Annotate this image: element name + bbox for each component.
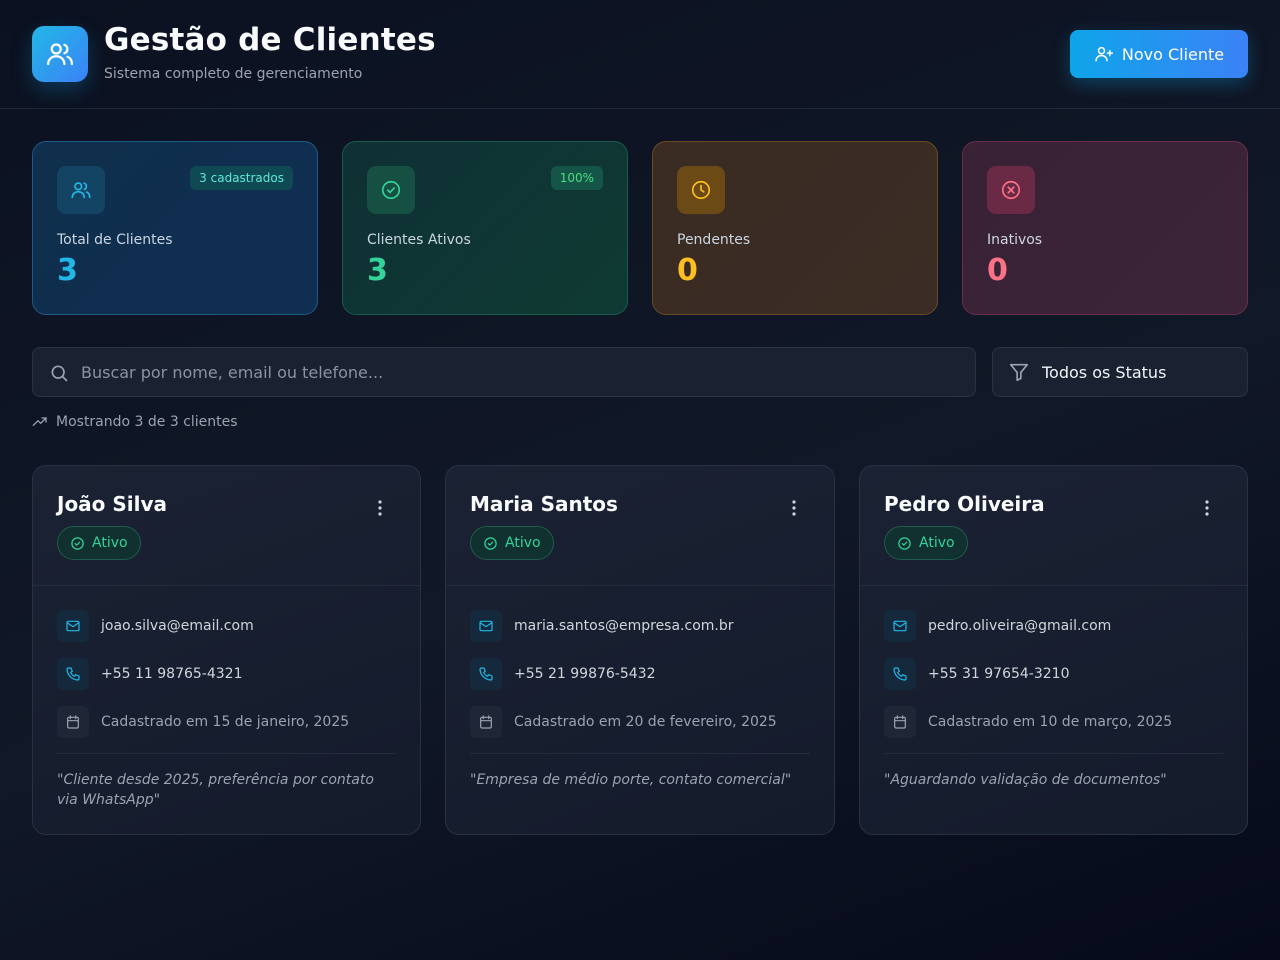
results-count-label: Mostrando 3 de 3 clientes — [56, 414, 238, 430]
client-email[interactable]: joao.silva@email.com — [101, 618, 254, 634]
stat-value: 3 — [367, 253, 388, 288]
user-plus-icon — [1095, 46, 1113, 62]
page-subtitle: Sistema completo de gerenciamento — [104, 66, 363, 82]
client-phone-row: +55 11 98765-4321 — [57, 658, 242, 690]
check-circle-icon — [898, 536, 911, 550]
divider — [57, 753, 396, 754]
more-vertical-icon[interactable] — [370, 498, 390, 518]
client-card: Pedro Oliveira Ativo pedro.oliveira@gmai… — [859, 465, 1248, 835]
client-email-row: pedro.oliveira@gmail.com — [884, 610, 1111, 642]
phone-icon — [884, 658, 916, 690]
new-client-button[interactable]: Novo Cliente — [1070, 30, 1248, 78]
client-phone-row: +55 31 97654-3210 — [884, 658, 1069, 690]
client-email-row: joao.silva@email.com — [57, 610, 254, 642]
client-card: Maria Santos Ativo maria.santos@empresa.… — [445, 465, 835, 835]
stat-value: 3 — [57, 253, 78, 288]
mail-icon — [884, 610, 916, 642]
client-date-row: Cadastrado em 10 de março, 2025 — [884, 706, 1172, 738]
x-circle-icon — [987, 166, 1035, 214]
search-input[interactable] — [81, 348, 961, 396]
status-label: Ativo — [919, 535, 955, 551]
status-filter-select[interactable]: Todos os Status — [992, 347, 1248, 397]
more-vertical-icon[interactable] — [784, 498, 804, 518]
search-icon — [51, 365, 68, 382]
stat-badge: 100% — [550, 166, 603, 190]
divider — [33, 585, 420, 586]
client-note: "Aguardando validação de documentos" — [884, 772, 1167, 788]
stat-card-inactive: Inativos 0 — [962, 141, 1248, 315]
stat-label: Total de Clientes — [57, 232, 173, 248]
stat-card-total: 3 cadastrados Total de Clientes 3 — [32, 141, 318, 315]
divider — [446, 585, 834, 586]
divider — [884, 753, 1223, 754]
client-note: "Cliente desde 2025, preferência por con… — [57, 772, 374, 808]
client-date-row: Cadastrado em 15 de janeiro, 2025 — [57, 706, 349, 738]
client-email[interactable]: pedro.oliveira@gmail.com — [928, 618, 1111, 634]
client-name: Maria Santos — [470, 492, 618, 516]
client-email[interactable]: maria.santos@empresa.com.br — [514, 618, 734, 634]
client-registered-date: Cadastrado em 15 de janeiro, 2025 — [101, 714, 350, 730]
client-registered-date: Cadastrado em 20 de fevereiro, 2025 — [514, 714, 777, 730]
client-registered-date: Cadastrado em 10 de março, 2025 — [928, 714, 1173, 730]
status-label: Ativo — [92, 535, 128, 551]
divider — [860, 585, 1247, 586]
status-filter-value: Todos os Status — [1042, 362, 1167, 382]
stat-value: 0 — [677, 253, 698, 288]
app-header: Gestão de Clientes Sistema completo de g… — [0, 0, 1280, 109]
clock-icon — [677, 166, 725, 214]
trending-up-icon — [32, 417, 47, 426]
filter-icon — [1009, 363, 1029, 382]
stat-value: 0 — [987, 253, 1008, 288]
client-phone[interactable]: +55 21 99876-5432 — [514, 666, 655, 682]
calendar-icon — [884, 706, 916, 738]
status-label: Ativo — [505, 535, 541, 551]
stat-badge: 3 cadastrados — [190, 166, 293, 190]
status-badge: Ativo — [470, 526, 554, 560]
mail-icon — [57, 610, 89, 642]
new-client-label: Novo Cliente — [1121, 44, 1225, 64]
search-box — [32, 347, 976, 397]
phone-icon — [57, 658, 89, 690]
results-count: Mostrando 3 de 3 clientes — [32, 414, 238, 430]
stat-label: Clientes Ativos — [367, 232, 471, 248]
stat-label: Pendentes — [677, 232, 751, 248]
stat-card-pending: Pendentes 0 — [652, 141, 938, 315]
users-icon — [57, 166, 105, 214]
calendar-icon — [57, 706, 89, 738]
check-circle-icon — [71, 536, 84, 550]
page-title: Gestão de Clientes — [104, 22, 436, 58]
client-card: João Silva Ativo joao.silva@email.com +5… — [32, 465, 421, 835]
client-name: João Silva — [57, 492, 168, 516]
client-phone[interactable]: +55 31 97654-3210 — [928, 666, 1069, 682]
stat-label: Inativos — [987, 232, 1043, 248]
check-circle-icon — [484, 536, 497, 550]
status-badge: Ativo — [57, 526, 141, 560]
client-email-row: maria.santos@empresa.com.br — [470, 610, 734, 642]
stat-card-active: 100% Clientes Ativos 3 — [342, 141, 628, 315]
more-vertical-icon[interactable] — [1197, 498, 1217, 518]
divider — [470, 753, 810, 754]
client-phone[interactable]: +55 11 98765-4321 — [101, 666, 242, 682]
users-logo-icon — [32, 26, 88, 82]
status-badge: Ativo — [884, 526, 968, 560]
phone-icon — [470, 658, 502, 690]
mail-icon — [470, 610, 502, 642]
client-date-row: Cadastrado em 20 de fevereiro, 2025 — [470, 706, 777, 738]
client-name: Pedro Oliveira — [884, 492, 1045, 516]
client-note: "Empresa de médio porte, contato comerci… — [470, 772, 792, 788]
calendar-icon — [470, 706, 502, 738]
client-phone-row: +55 21 99876-5432 — [470, 658, 655, 690]
check-circle-icon — [367, 166, 415, 214]
